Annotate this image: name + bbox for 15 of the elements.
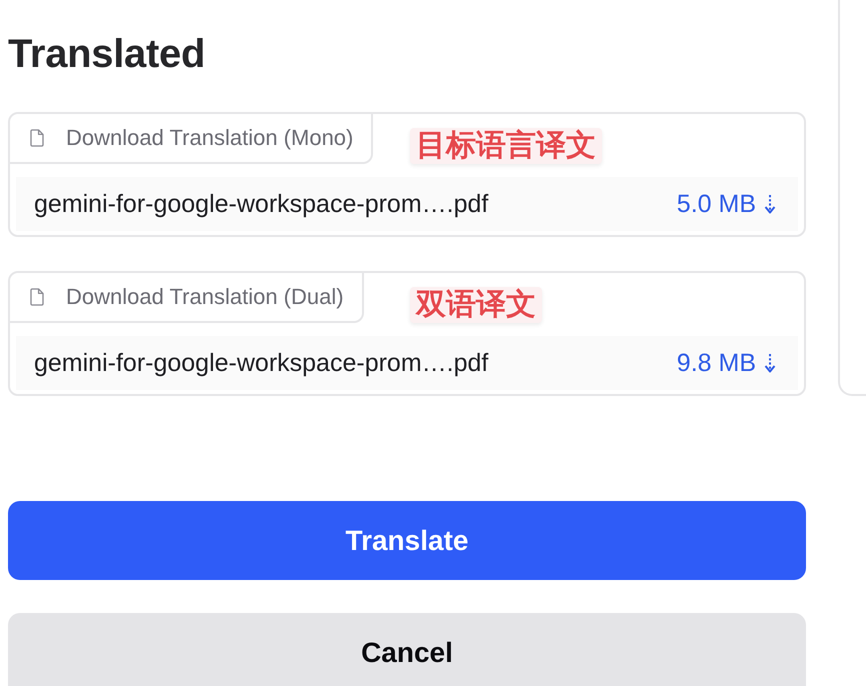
download-arrow-icon <box>764 353 776 373</box>
file-name-link[interactable]: gemini-for-google-workspace-prom….pdf <box>34 190 488 218</box>
download-arrow-icon <box>764 194 776 214</box>
translate-button[interactable]: Translate <box>8 501 806 580</box>
download-link[interactable]: 5.0 MB <box>676 190 776 218</box>
section-title: Translated <box>8 31 206 78</box>
cancel-button[interactable]: Cancel <box>8 613 806 686</box>
download-link[interactable]: 9.8 MB <box>676 348 776 378</box>
annotation-label: 目标语言译文 <box>410 128 602 164</box>
file-icon <box>30 288 44 306</box>
annotation-label: 双语译文 <box>410 287 542 323</box>
file-label: Download Translation (Mono) <box>66 125 354 151</box>
file-label: Download Translation (Dual) <box>66 284 344 310</box>
file-name-link[interactable]: gemini-for-google-workspace-prom….pdf <box>34 348 488 378</box>
file-icon <box>30 129 44 147</box>
